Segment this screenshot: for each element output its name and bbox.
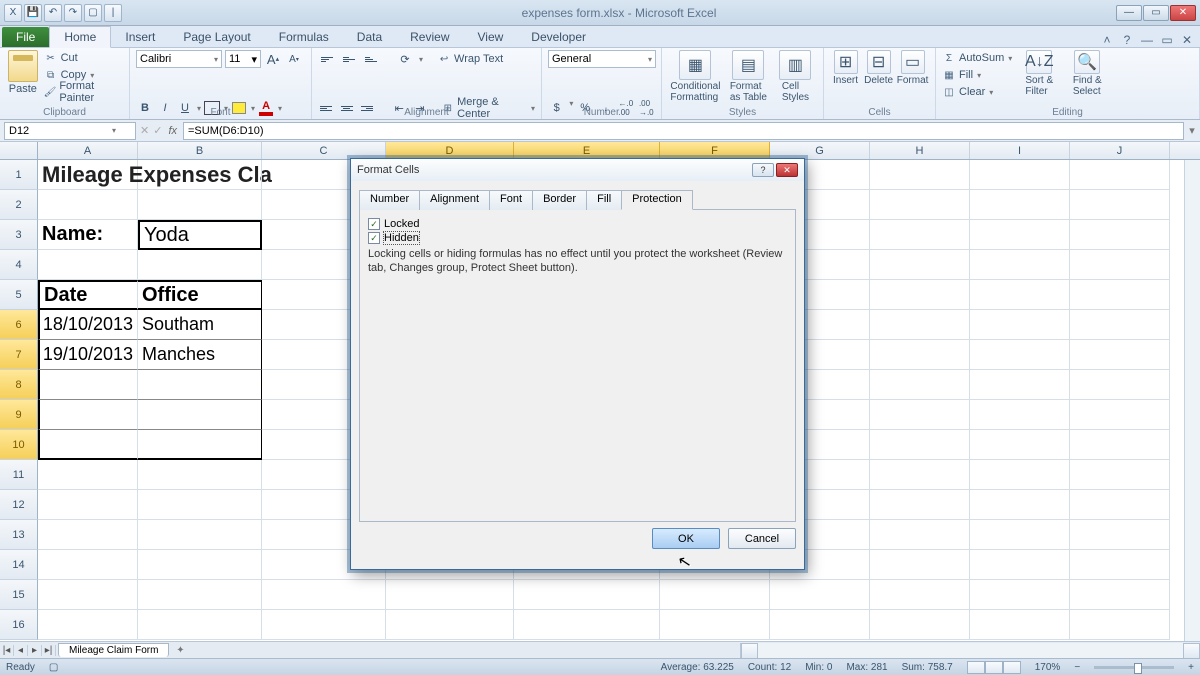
- locked-label: Locked: [384, 218, 419, 230]
- dialog-close-icon[interactable]: ✕: [776, 163, 798, 177]
- dialog-tab-alignment[interactable]: Alignment: [419, 190, 490, 210]
- format-cells-dialog: Format Cells ? ✕ Number Alignment Font B…: [350, 158, 805, 570]
- cancel-button[interactable]: Cancel: [728, 528, 796, 549]
- locked-checkbox[interactable]: ✓: [368, 218, 380, 230]
- hidden-checkbox[interactable]: ✓: [368, 232, 380, 244]
- ok-button[interactable]: OK: [652, 528, 720, 549]
- dialog-title: Format Cells: [357, 164, 419, 176]
- dialog-tabs: Number Alignment Font Border Fill Protec…: [359, 189, 796, 210]
- dialog-tab-number[interactable]: Number: [359, 190, 420, 210]
- dialog-tab-font[interactable]: Font: [489, 190, 533, 210]
- dialog-tab-protection[interactable]: Protection: [621, 190, 693, 210]
- dialog-titlebar[interactable]: Format Cells ? ✕: [351, 159, 804, 181]
- hidden-label: Hidden: [384, 232, 419, 244]
- protection-note: Locking cells or hiding formulas has no …: [368, 248, 787, 276]
- dialog-help-icon[interactable]: ?: [752, 163, 774, 177]
- dialog-backdrop: Format Cells ? ✕ Number Alignment Font B…: [0, 0, 1200, 675]
- dialog-tab-border[interactable]: Border: [532, 190, 587, 210]
- locked-checkbox-row[interactable]: ✓ Locked: [368, 218, 787, 230]
- hidden-checkbox-row[interactable]: ✓ Hidden: [368, 232, 787, 244]
- dialog-tab-fill[interactable]: Fill: [586, 190, 622, 210]
- dialog-pane-protection: ✓ Locked ✓ Hidden Locking cells or hidin…: [359, 210, 796, 522]
